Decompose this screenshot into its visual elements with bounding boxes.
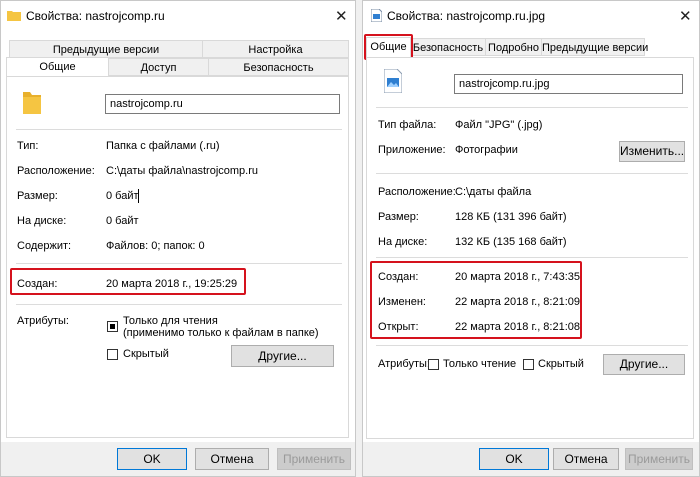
- tab-details[interactable]: Подробно: [485, 38, 542, 56]
- size-value: 128 КБ (131 396 байт): [455, 211, 567, 223]
- size-value: 0 байт: [106, 190, 139, 202]
- app-value: Фотографии: [455, 144, 518, 156]
- tab-security[interactable]: Безопасность: [208, 58, 349, 76]
- disk-size-label: На диске:: [17, 215, 67, 227]
- hidden-label: Скрытый: [123, 348, 169, 360]
- attributes-label: Атрибуты:: [17, 315, 69, 327]
- type-value: Папка с файлами (.ru): [106, 140, 220, 152]
- tab-panel: [366, 57, 694, 439]
- tab-sharing[interactable]: Доступ: [108, 58, 209, 76]
- cancel-button[interactable]: Отмена: [553, 448, 619, 470]
- highlight-frame: [10, 268, 246, 295]
- size-label: Размер:: [17, 190, 58, 202]
- disk-size-value: 0 байт: [106, 215, 139, 227]
- divider: [16, 129, 342, 130]
- type-label: Тип:: [17, 140, 39, 152]
- tab-previous-versions[interactable]: Предыдущие версии: [541, 38, 648, 56]
- contains-value: Файлов: 0; папок: 0: [106, 240, 205, 252]
- dialog-footer: OK Отмена Применить: [363, 442, 699, 476]
- attributes-label: Атрибуты:: [378, 358, 430, 370]
- title-bar[interactable]: Свойства: nastrojcomp.ru.jpg ✕: [363, 1, 699, 31]
- tab-panel: [6, 76, 349, 438]
- divider: [376, 173, 688, 174]
- cancel-button[interactable]: Отмена: [195, 448, 269, 470]
- tab-security[interactable]: Безопасность: [410, 38, 486, 56]
- dialog-footer: OK Отмена Применить: [1, 442, 355, 476]
- title-bar[interactable]: Свойства: nastrojcomp.ru ✕: [1, 1, 355, 31]
- change-app-button[interactable]: Изменить...: [619, 141, 685, 162]
- properties-window-folder: Свойства: nastrojcomp.ru ✕ Предыдущие ве…: [0, 0, 356, 477]
- readonly-checkbox[interactable]: [107, 321, 118, 332]
- other-attributes-button[interactable]: Другие...: [603, 354, 685, 375]
- hidden-checkbox[interactable]: [107, 349, 118, 360]
- readonly-note: (применимо только к файлам в папке): [123, 327, 319, 339]
- text-cursor: [138, 189, 139, 203]
- location-label: Расположение:: [378, 186, 456, 198]
- window-title: Свойства: nastrojcomp.ru: [26, 9, 165, 23]
- location-label: Расположение:: [17, 165, 95, 177]
- tab-general[interactable]: Общие: [6, 57, 109, 77]
- apply-button[interactable]: Применить: [277, 448, 351, 470]
- tab-previous-versions[interactable]: Предыдущие версии: [9, 40, 203, 58]
- readonly-label: Только чтение: [443, 358, 517, 370]
- disk-size-label: На диске:: [378, 236, 428, 248]
- window-title: Свойства: nastrojcomp.ru.jpg: [387, 9, 546, 23]
- hidden-checkbox[interactable]: [523, 359, 534, 370]
- divider: [376, 257, 688, 258]
- folder-icon: [7, 11, 21, 21]
- tab-customize[interactable]: Настройка: [202, 40, 349, 58]
- folder-large-icon: [23, 92, 41, 114]
- filetype-value: Файл "JPG" (.jpg): [455, 119, 543, 131]
- ok-button[interactable]: OK: [117, 448, 187, 470]
- divider: [16, 263, 342, 264]
- other-attributes-button[interactable]: Другие...: [231, 345, 334, 367]
- properties-window-file: Свойства: nastrojcomp.ru.jpg ✕ Общие Без…: [362, 0, 700, 477]
- disk-size-value: 132 КБ (135 168 байт): [455, 236, 567, 248]
- filetype-label: Тип файла:: [378, 119, 437, 131]
- contains-label: Содержит:: [17, 240, 72, 252]
- divider: [376, 107, 688, 108]
- divider: [16, 304, 342, 305]
- location-value: C:\даты файла\nastrojcomp.ru: [106, 165, 259, 177]
- readonly-checkbox[interactable]: [428, 359, 439, 370]
- apply-button[interactable]: Применить: [625, 448, 693, 470]
- divider: [376, 345, 688, 346]
- name-field[interactable]: nastrojcomp.ru.jpg: [454, 74, 683, 94]
- readonly-label: Только для чтения: [123, 315, 218, 327]
- image-file-large-icon: [384, 69, 402, 93]
- image-file-icon: [371, 9, 382, 22]
- hidden-label: Скрытый: [538, 358, 584, 370]
- name-field[interactable]: nastrojcomp.ru: [105, 94, 340, 114]
- app-label: Приложение:: [378, 144, 446, 156]
- location-value: C:\даты файла: [455, 186, 532, 198]
- ok-button[interactable]: OK: [479, 448, 549, 470]
- close-icon[interactable]: ✕: [679, 7, 692, 25]
- size-label: Размер:: [378, 211, 419, 223]
- highlight-frame: [370, 261, 582, 339]
- close-icon[interactable]: ✕: [335, 7, 348, 25]
